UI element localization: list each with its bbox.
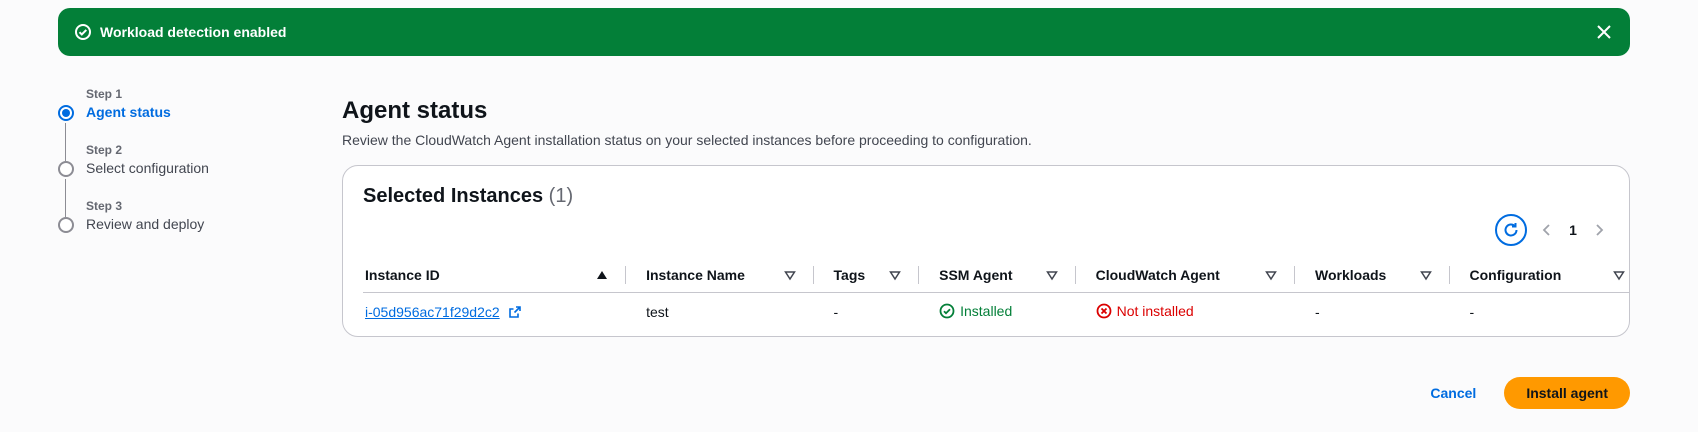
install-agent-button[interactable]: Install agent xyxy=(1504,377,1630,409)
column-header-configuration[interactable]: Configuration xyxy=(1449,258,1629,293)
column-label: Instance Name xyxy=(646,266,745,283)
step-indicator-icon xyxy=(58,217,74,233)
error-circle-icon xyxy=(1096,303,1112,319)
column-header-cloudwatch-agent[interactable]: CloudWatch Agent xyxy=(1075,258,1295,293)
cell-instance-name: test xyxy=(646,304,669,321)
step-label: Select configuration xyxy=(86,160,209,176)
sort-icon[interactable] xyxy=(783,269,796,281)
flash-message: Workload detection enabled xyxy=(100,24,287,40)
column-label: Configuration xyxy=(1469,266,1562,283)
step-indicator-icon xyxy=(58,105,74,121)
chevron-left-icon xyxy=(1542,224,1550,236)
external-link-icon[interactable] xyxy=(508,305,522,319)
column-header-ssm-agent[interactable]: SSM Agent xyxy=(919,258,1076,293)
cell-tags: - xyxy=(833,304,839,321)
wizard-steps: Step 1 Agent status Step 2 Select config… xyxy=(58,86,318,254)
page-title: Agent status xyxy=(342,97,488,124)
cell-workloads: - xyxy=(1315,304,1320,321)
column-label: Workloads xyxy=(1315,266,1387,283)
sort-icon[interactable] xyxy=(1045,269,1058,281)
success-flash-banner: Workload detection enabled xyxy=(58,8,1630,56)
instance-id-link[interactable]: i-05d956ac71f29d2c2 xyxy=(365,304,500,320)
table-row: i-05d956ac71f29d2c2 test - Installed Not… xyxy=(363,292,1629,332)
column-label: Instance ID xyxy=(365,266,440,283)
column-header-workloads[interactable]: Workloads xyxy=(1295,258,1450,293)
close-icon[interactable] xyxy=(1594,22,1614,42)
wizard-step-agent-status[interactable]: Step 1 Agent status xyxy=(58,86,318,161)
step-label: Agent status xyxy=(86,104,171,120)
column-header-instance-name[interactable]: Instance Name xyxy=(626,258,814,293)
chevron-right-icon xyxy=(1596,224,1604,236)
instance-count: (1) xyxy=(548,185,574,207)
cell-instance-id: i-05d956ac71f29d2c2 xyxy=(363,292,626,332)
status-indicator-success: Installed xyxy=(939,303,1012,319)
sort-ascending-icon[interactable] xyxy=(596,269,608,281)
cell-configuration: - xyxy=(1469,304,1475,321)
cell-cloudwatch-agent: Not installed xyxy=(1076,292,1295,332)
step-indicator-icon xyxy=(58,161,74,177)
step-number: Step 2 xyxy=(86,143,123,157)
panel-title-text: Selected Instances xyxy=(363,185,544,207)
ssm-agent-status: Installed xyxy=(960,302,1013,319)
panel-title: Selected Instances (1) xyxy=(363,184,573,208)
sort-icon[interactable] xyxy=(889,269,901,281)
column-header-instance-id[interactable]: Instance ID xyxy=(363,258,627,293)
step-number: Step 3 xyxy=(86,199,123,213)
page-description: Review the CloudWatch Agent installation… xyxy=(342,132,1032,148)
cell-ssm-agent: Installed xyxy=(919,292,1076,332)
check-circle-icon xyxy=(939,303,955,319)
current-page-number[interactable]: 1 xyxy=(1567,222,1579,238)
check-circle-icon xyxy=(74,23,92,41)
wizard-actions: Cancel Install agent xyxy=(1422,377,1630,409)
wizard-step-select-configuration[interactable]: Step 2 Select configuration xyxy=(58,142,318,217)
sort-icon[interactable] xyxy=(1265,269,1277,281)
next-page-button[interactable] xyxy=(1589,220,1609,240)
page-header: Agent status Review the CloudWatch Agent… xyxy=(342,96,1630,150)
cancel-button[interactable]: Cancel xyxy=(1422,379,1484,407)
table-pagination: 1 xyxy=(1495,214,1609,246)
selected-instances-panel: Selected Instances (1) 1 Instance ID Ins… xyxy=(342,165,1630,337)
sort-icon[interactable] xyxy=(1613,269,1625,281)
column-label: CloudWatch Agent xyxy=(1095,266,1220,283)
previous-page-button[interactable] xyxy=(1537,220,1557,240)
refresh-icon xyxy=(1504,223,1518,237)
step-label: Review and deploy xyxy=(86,216,205,232)
column-label: Tags xyxy=(833,266,866,283)
wizard-step-review-and-deploy[interactable]: Step 3 Review and deploy xyxy=(58,198,318,254)
step-number: Step 1 xyxy=(86,87,123,101)
status-indicator-error: Not installed xyxy=(1096,303,1194,319)
cloudwatch-agent-status: Not installed xyxy=(1116,302,1194,319)
sort-icon[interactable] xyxy=(1419,269,1432,281)
column-label: SSM Agent xyxy=(939,266,1013,283)
instances-table: Instance ID Instance Name Tags SSM Agent xyxy=(363,258,1629,332)
column-header-tags[interactable]: Tags xyxy=(813,258,920,293)
refresh-button[interactable] xyxy=(1495,214,1527,246)
